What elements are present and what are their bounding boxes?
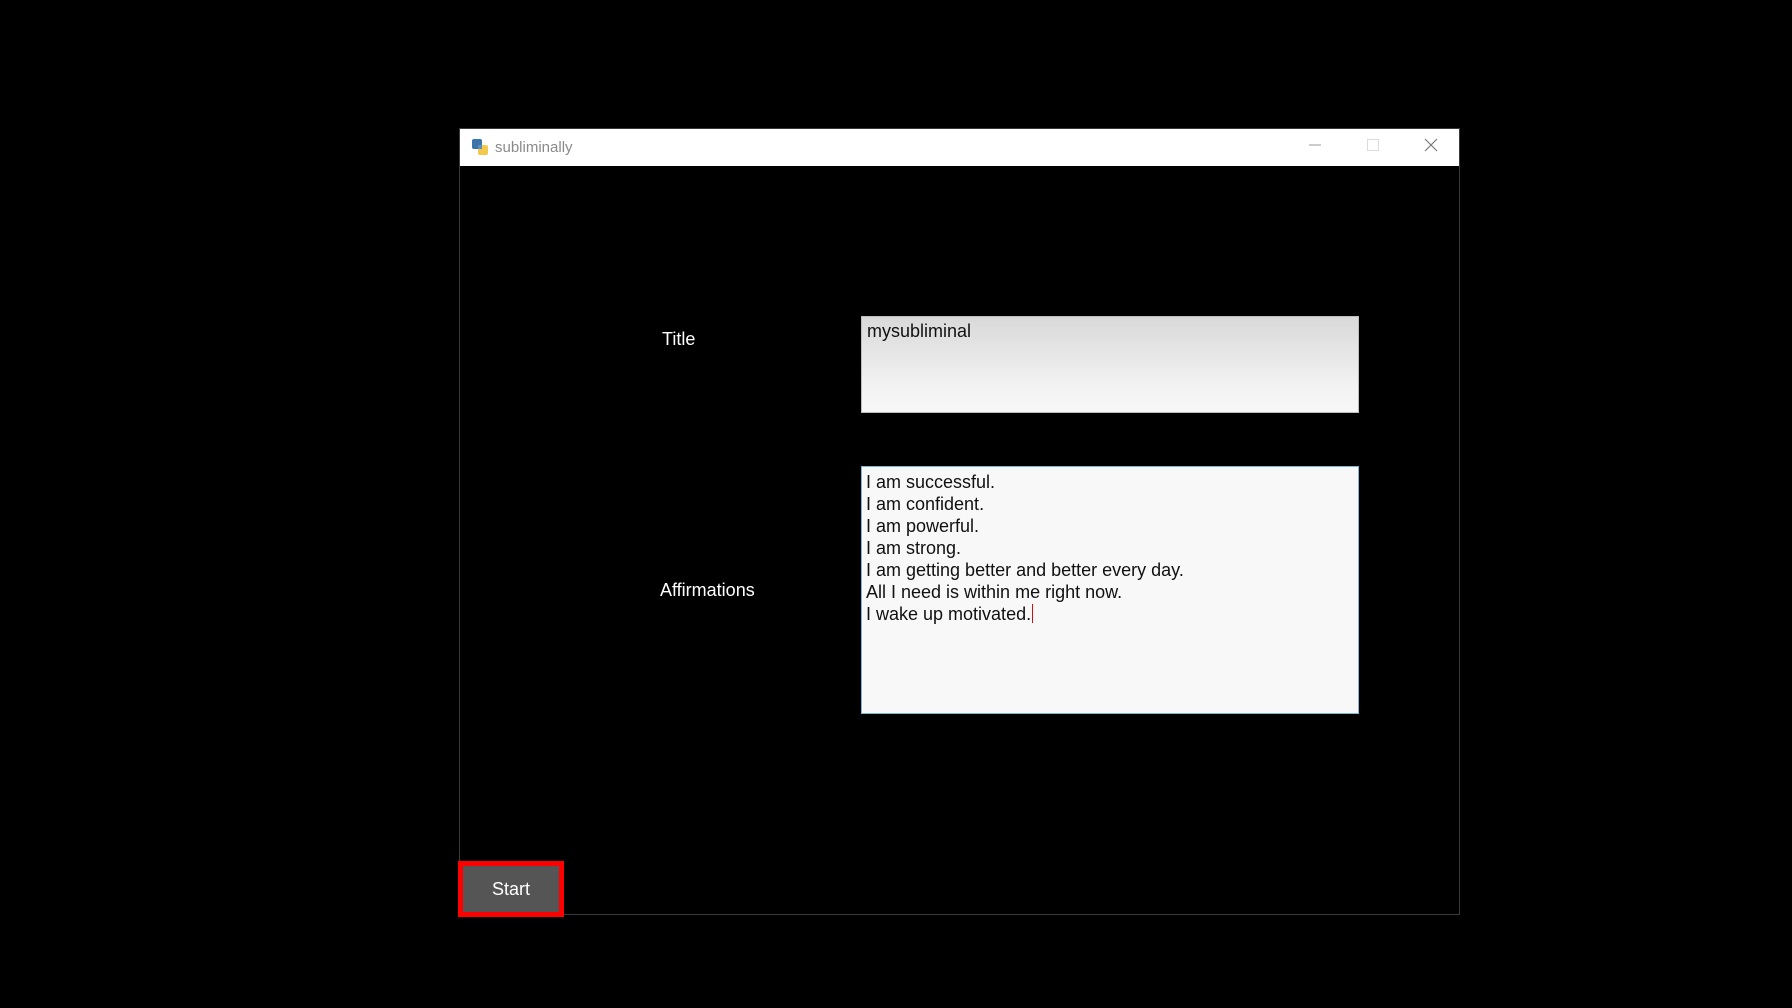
minimize-icon [1308,138,1322,157]
affirmations-textarea[interactable]: I am successful. I am confident. I am po… [861,466,1359,714]
maximize-button[interactable] [1344,129,1402,166]
affirmation-line: I am successful. [866,472,996,492]
start-button[interactable]: Start [463,866,559,912]
affirmations-label: Affirmations [660,580,755,600]
window-title: subliminally [495,139,573,156]
close-icon [1424,138,1438,157]
title-label: Title [662,329,696,349]
affirmation-line: I am getting better and better every day… [866,560,1184,580]
minimize-button[interactable] [1286,129,1344,166]
app-window: subliminally Title mysubliminal Affirmat… [458,128,1460,917]
affirmation-last-row: I wake up motivated. [866,603,1354,625]
affirmation-line: I am confident. [866,494,985,514]
title-input-value: mysubliminal [867,321,972,341]
maximize-icon [1366,138,1380,157]
text-caret [1032,604,1034,623]
affirmation-line: I am powerful. [866,516,980,536]
start-button-highlight: Start [458,861,564,917]
title-input[interactable]: mysubliminal [861,316,1359,413]
close-button[interactable] [1402,129,1460,166]
affirmation-line: I wake up motivated. [866,604,1032,624]
python-icon [471,138,489,156]
title-bar[interactable]: subliminally [460,129,1459,166]
affirmation-line: I am strong. [866,538,962,558]
affirmation-line: All I need is within me right now. [866,582,1123,602]
